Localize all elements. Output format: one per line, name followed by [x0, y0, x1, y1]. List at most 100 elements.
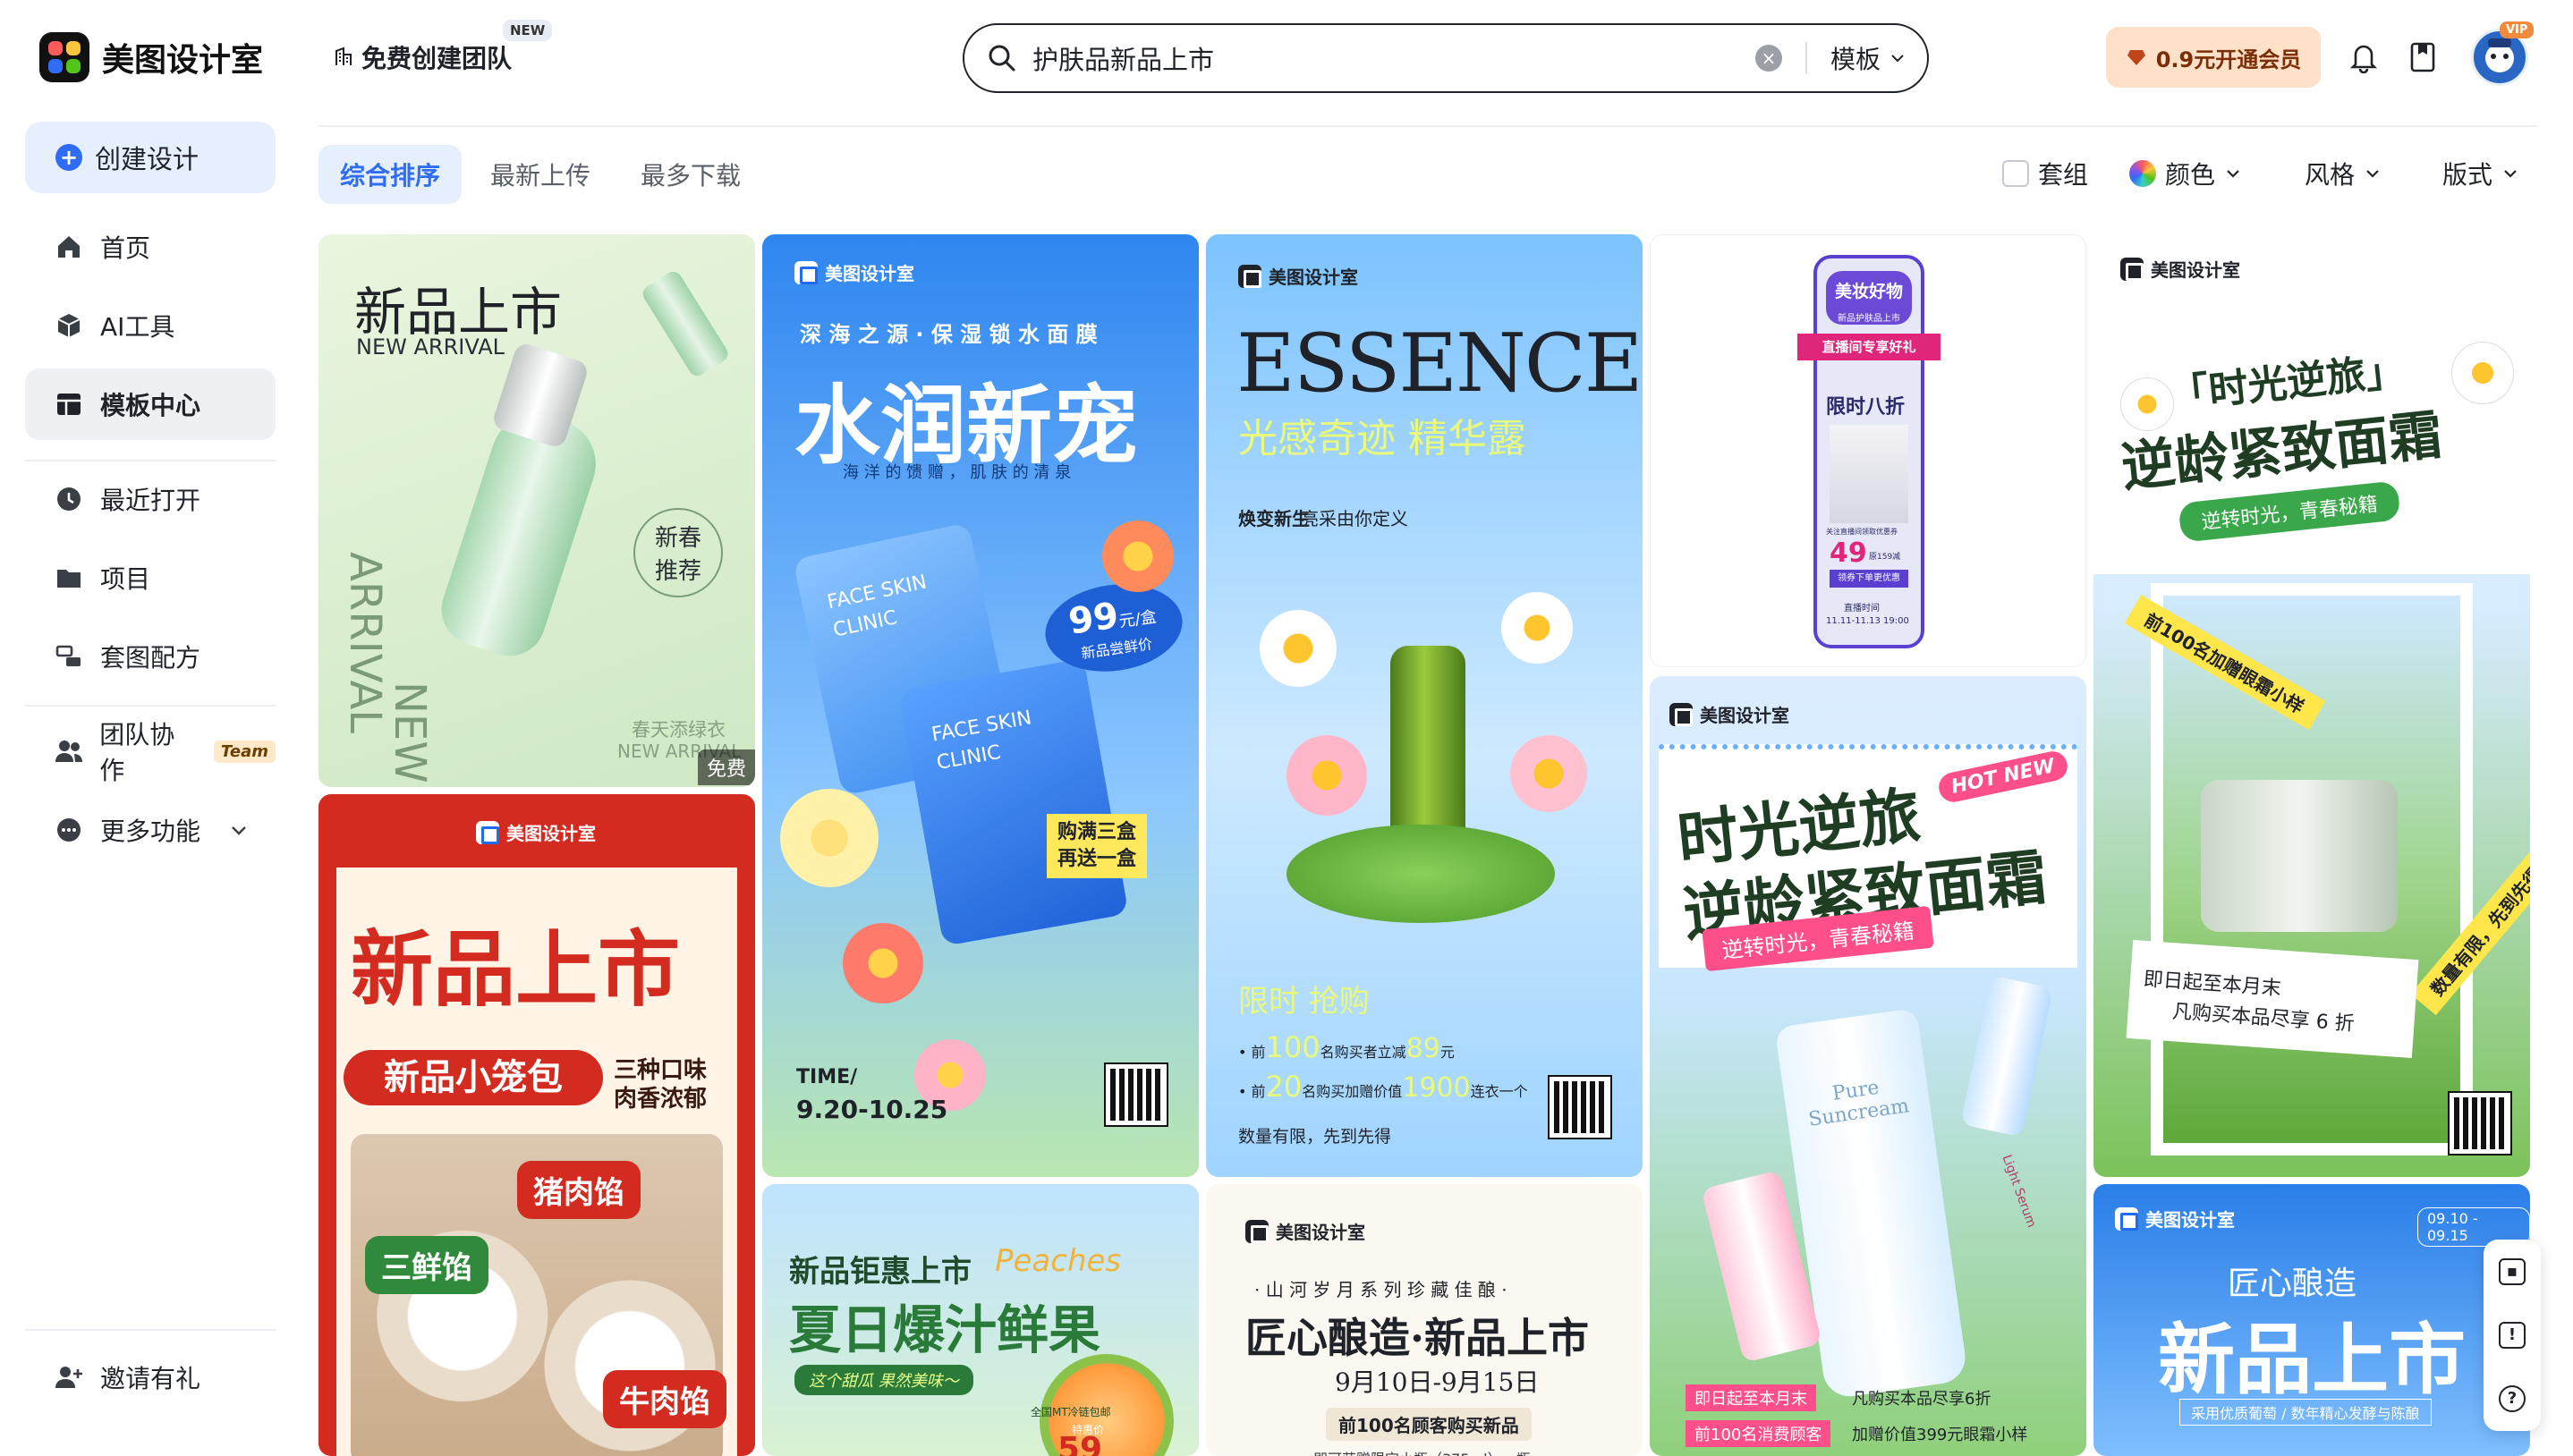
note-text: 关注直播间领取优惠券 [1826, 528, 1898, 536]
footer-tag: 前100名消费顾客 [1686, 1420, 1831, 1447]
serum-bottle-image [432, 402, 607, 665]
coupon-button: 领券下单更优惠 [1830, 570, 1908, 588]
brand-name: 美图设计室 [1276, 1222, 1365, 1243]
card-title: 匠心酿造·新品上市 [1245, 1314, 1590, 1362]
template-card-wine[interactable]: 美图设计室 · 山 河 岁 月 系 列 珍 藏 佳 酿 · 匠心酿造·新品上市 … [1206, 1184, 1643, 1456]
search-bar[interactable]: × 模板 [963, 23, 1929, 93]
footer-text: 数量有限，先到先得 [1238, 1127, 1392, 1147]
color-wheel-icon [2129, 160, 2156, 187]
tag-bold: 焕变新生 [1238, 508, 1310, 529]
bookmark-icon[interactable]: ▪ [2499, 1257, 2526, 1285]
template-card-sunscreen[interactable]: 美图设计室 时光逆旅 逆龄紧致面霜 HOT NEW 逆转时光，青春秘籍 Pure… [1650, 676, 2086, 1456]
create-team-label: 免费创建团队 [361, 44, 513, 73]
clear-icon[interactable]: × [1754, 45, 1782, 72]
template-card-new-arrival[interactable]: 新品上市 NEW ARRIVAL NEW ARRIVAL 新春 推荐 春天添绿衣… [318, 234, 755, 787]
style-filter[interactable]: 风格 [2305, 156, 2382, 191]
vip-tag: VIP [2500, 21, 2535, 38]
sidebar-divider [25, 1329, 276, 1331]
sidebar-item-more[interactable]: 更多功能 [25, 794, 276, 866]
brand-icon [2120, 257, 2144, 281]
qr-code [1548, 1075, 1612, 1139]
sidebar-divider [25, 460, 276, 461]
template-card-fruit[interactable]: 新品钜惠上市 Peaches 夏日爆汁鲜果 这个甜瓜 果然美味～ 全国MT冷链包… [762, 1184, 1199, 1456]
tag-pill: 这个甜瓜 果然美味～ [794, 1365, 973, 1395]
chevron-down-icon [2227, 170, 2239, 178]
vertical-text: NEW [385, 681, 435, 783]
flower-decoration [1260, 610, 1337, 687]
template-card-livestream[interactable]: 美妆好物 新品护肤品上市 直播间专享好礼 限时八折 关注直播间领取优惠券 49 … [1650, 234, 2086, 667]
brand-name: 美图设计室 [1269, 267, 1358, 288]
brand-tag: 美图设计室 [2115, 1206, 2235, 1232]
tag-pill: 前100名顾客购买新品 [1326, 1408, 1532, 1441]
invite-button[interactable]: 邀请有礼 [25, 1342, 276, 1413]
chevron-down-icon [2366, 170, 2379, 178]
logo-icon [39, 32, 89, 82]
flower-decoration [2120, 377, 2174, 431]
feedback-icon[interactable]: ! [2499, 1321, 2526, 1349]
chevron-down-icon [1891, 55, 1904, 63]
sidebar-item-ai-tools[interactable]: AI工具 [25, 290, 276, 361]
price-value: 59 [1057, 1431, 1103, 1456]
template-card-face-cream[interactable]: 美图设计室 「时光逆旅」 逆龄紧致面霜 逆转时光，青春秘籍 前100名加赠眼霜小… [2093, 234, 2530, 1177]
sidebar-item-label: 套图配方 [100, 643, 201, 673]
search-type-dropdown[interactable]: 模板 [1830, 40, 1906, 76]
recipe-icon [54, 641, 84, 672]
sidebar-item-home[interactable]: 首页 [25, 211, 276, 283]
create-design-button[interactable]: + 创建设计 [25, 122, 276, 193]
layout-filter[interactable]: 版式 [2442, 156, 2519, 191]
create-team-button[interactable]: 免费创建团队 [333, 39, 512, 75]
color-filter[interactable]: 颜色 [2129, 156, 2242, 191]
time-label: TIME/ [796, 1066, 858, 1088]
brand-icon [794, 260, 818, 284]
team-tag: Team [213, 740, 276, 763]
template-card-essence[interactable]: 美图设计室 ESSENCE 光感奇迹 精华露 焕变新生 亮采由你定义 限时 抢购… [1206, 234, 1643, 1177]
sidebar-item-label: 项目 [100, 564, 151, 594]
date-text: 9月10日-9月15日 [1335, 1367, 1540, 1397]
tab-comprehensive[interactable]: 综合排序 [318, 145, 463, 204]
sidebar-item-projects[interactable]: 项目 [25, 542, 276, 614]
set-filter[interactable]: 套组 [2002, 156, 2088, 191]
search-divider [1804, 42, 1807, 74]
offer-text: 购满三盒 [1057, 821, 1137, 843]
vip-button[interactable]: 0.9元开通会员 [2106, 27, 2321, 88]
more-icon [54, 815, 84, 845]
tab-most-downloaded[interactable]: 最多下载 [619, 145, 762, 204]
script-text: Peaches [995, 1243, 1122, 1279]
help-icon[interactable]: ? [2499, 1385, 2526, 1413]
footer-text: 凡购买本品尽享6折 [1852, 1390, 1991, 1409]
card-headline: 夏日爆汁鲜果 [789, 1299, 1101, 1360]
create-design-label: 创建设计 [95, 144, 200, 174]
sidebar-item-recipes[interactable]: 套图配方 [25, 621, 276, 692]
chevron-down-icon [232, 826, 246, 835]
brand-name: 美图设计室 [506, 823, 596, 844]
offer-text: 再送一盒 [1057, 848, 1137, 870]
free-badge: 免费 [698, 749, 755, 785]
bookmark-icon[interactable] [2403, 38, 2442, 77]
plus-icon: + [55, 144, 82, 171]
price-badge: 99元/盒 新品尝鲜价 [1040, 575, 1188, 681]
search-input[interactable] [1032, 43, 1755, 73]
template-card-mask[interactable]: 美图设计室 深 海 之 源 · 保 湿 锁 水 面 膜 水润新宠 海 洋 的 馈… [762, 234, 1199, 1177]
moss-base-image [1286, 825, 1555, 923]
price-unit: 元/盒 [1117, 607, 1159, 632]
template-card-wine-blue[interactable]: 美图设计室 09.10 - 09.15 匠心酿造 新品上市 采用优质葡萄 / 数… [2093, 1184, 2530, 1456]
product-thumb [1830, 425, 1908, 523]
tab-latest[interactable]: 最新上传 [469, 145, 612, 204]
building-icon [335, 47, 352, 65]
limit-text: 限时 抢购 [1238, 984, 1370, 1020]
app-logo[interactable]: 美图设计室 [39, 32, 263, 82]
card-subtitle: NEW ARRIVAL [356, 334, 505, 360]
sidebar-item-templates[interactable]: 模板中心 [25, 368, 276, 440]
brand-icon [476, 820, 499, 844]
bell-icon[interactable] [2344, 38, 2383, 77]
sidebar-item-recent[interactable]: 最近打开 [25, 463, 276, 535]
sidebar-item-label: 更多功能 [100, 817, 201, 846]
price-value: 99 [1066, 595, 1122, 643]
set-checkbox[interactable] [2002, 160, 2029, 187]
folder-icon [54, 563, 84, 593]
sidebar-item-team[interactable]: 团队协作 Team [25, 715, 276, 787]
time-value: 11.11-11.13 19:00 [1826, 616, 1909, 626]
cream-jar-image [2201, 780, 2398, 932]
flavor-tag: 猪肉馅 [517, 1161, 641, 1219]
template-card-xiaolongbao[interactable]: 美图设计室 新品上市 新品小笼包 三种口味 肉香浓郁 猪肉馅 三鲜馅 牛肉馅 [318, 794, 755, 1456]
